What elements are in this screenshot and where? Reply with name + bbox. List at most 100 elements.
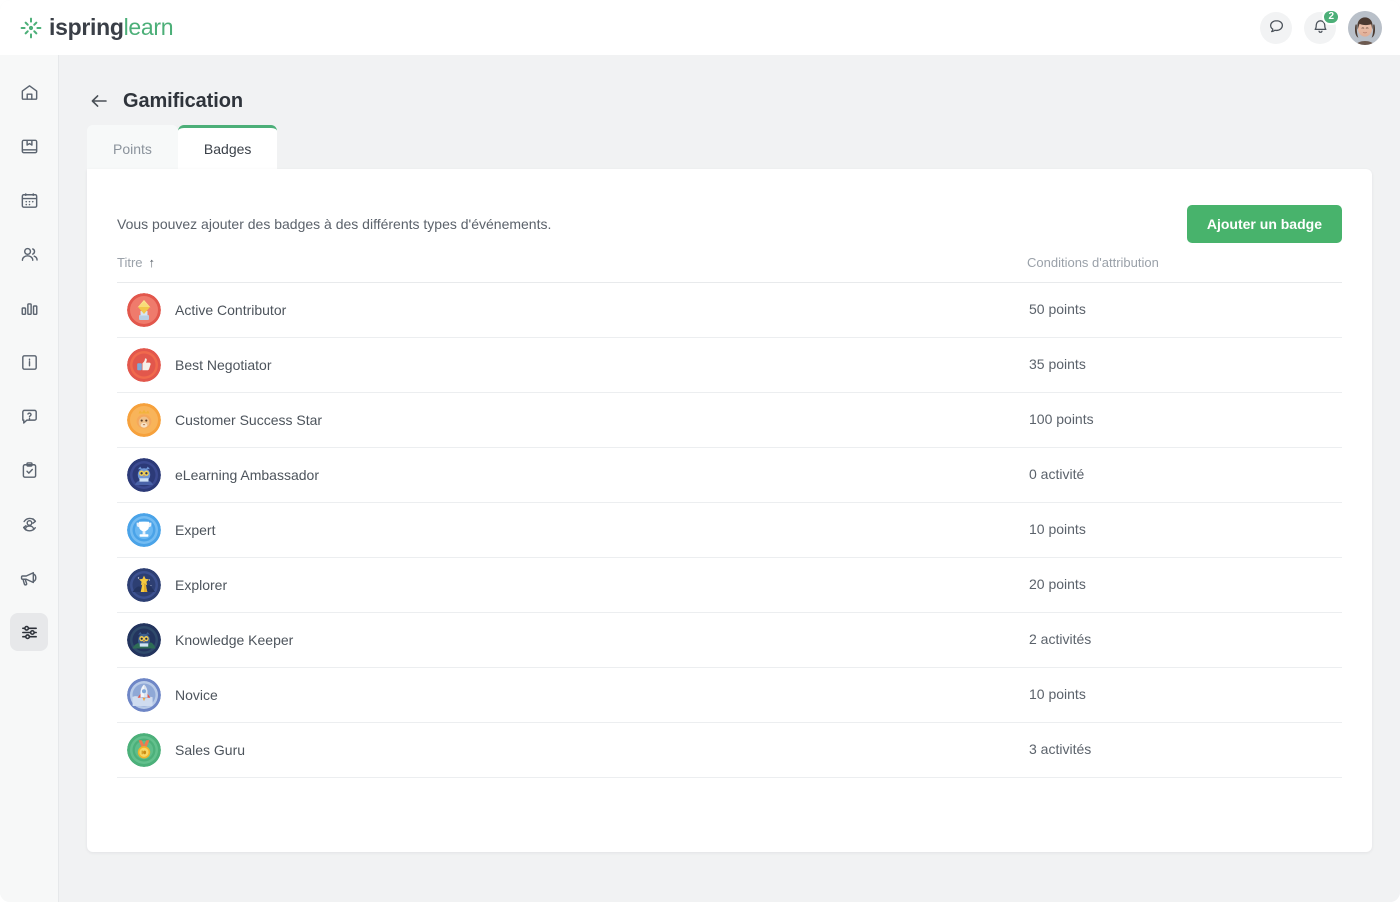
badge-condition-label: 0 activité [1029,466,1085,482]
table-row[interactable]: Knowledge Keeper 2 activités [117,612,1342,668]
badge-title-label: Customer Success Star [175,412,323,428]
sidebar [0,55,59,902]
arrow-left-icon[interactable] [87,89,111,113]
badge-title-label: Active Contributor [175,302,287,318]
badge-title-label: Best Negotiator [175,357,272,373]
ispring-sunburst-icon [20,17,42,39]
table-row[interactable]: Expert 10 points [117,502,1342,558]
add-badge-button[interactable]: Ajouter un badge [1186,205,1342,243]
badge-condition-label: 50 points [1029,301,1086,317]
table-row[interactable]: Best Negotiator 35 points [117,337,1342,393]
badge-condition-label: 100 points [1029,411,1094,427]
clipboard-check-icon [19,460,40,481]
main-content: Gamification Points Badges Vous pouvez a… [59,55,1400,902]
badge-title-cell: Sales Guru [117,722,1027,778]
sidebar-item-reports[interactable] [10,289,48,327]
badges-table: Titre↑ Conditions d'attribution Active [117,249,1342,778]
badge-condition-label: 10 points [1029,686,1086,702]
sidebar-item-settings[interactable] [10,613,48,651]
badge-condition-cell: 10 points [1027,502,1342,558]
badge-title-label: Expert [175,522,216,538]
badge-condition-label: 35 points [1029,356,1086,372]
table-row[interactable]: Explorer 20 points [117,557,1342,613]
notification-badge: 2 [1322,8,1340,25]
table-row[interactable]: Customer Success Star 100 points [117,392,1342,448]
table-row[interactable]: Novice 10 points [117,667,1342,723]
badge-condition-label: 2 activités [1029,631,1092,647]
badge-condition-cell: 0 activité [1027,447,1342,503]
chat-bubble-icon [1268,18,1285,38]
brand-logo[interactable]: ispringlearn [20,14,174,41]
calendar-icon [19,190,40,211]
badge-condition-cell: 100 points [1027,392,1342,448]
column-header-title-label: Titre [117,255,143,270]
badge-title-cell: Novice [117,667,1027,723]
sidebar-item-users[interactable] [10,235,48,273]
badge-title-label: Novice [175,687,218,703]
brand-name-secondary: learn [123,14,174,40]
badge-title-label: Knowledge Keeper [175,632,294,648]
badge-rocket-icon [127,678,161,712]
badge-trophy-icon [127,513,161,547]
badge-gem-icon [127,293,161,327]
badge-condition-label: 3 activités [1029,741,1092,757]
top-bar: ispringlearn 2 [0,0,1400,55]
badge-thumbsup-icon [127,348,161,382]
badge-condition-cell: 35 points [1027,337,1342,393]
home-icon [19,82,40,103]
notifications-button[interactable]: 2 [1304,8,1340,44]
chat-button[interactable] [1260,11,1292,44]
badge-title-cell: eLearning Ambassador [117,447,1027,503]
badges-card: Vous pouvez ajouter des badges à des dif… [87,169,1372,852]
badge-condition-cell: 2 activités [1027,612,1342,668]
table-body: Active Contributor 50 points Best Negotia… [117,282,1342,778]
megaphone-icon [19,568,40,589]
badge-condition-cell: 50 points [1027,282,1342,338]
table-header-row: Titre ↑ Conditions d'attribution [117,249,1342,283]
book-icon [19,136,40,157]
badge-title-label: eLearning Ambassador [175,467,319,483]
sidebar-item-onboarding[interactable] [10,505,48,543]
app-window: ispringlearn 2 Gamification Points Badge… [0,0,1400,902]
badge-condition-cell: 3 activités [1027,722,1342,778]
sidebar-item-courses[interactable] [10,127,48,165]
sort-asc-icon: ↑ [148,255,156,270]
table-row[interactable]: Active Contributor 50 points [117,282,1342,338]
bar-chart-icon [19,298,40,319]
sidebar-item-announcements[interactable] [10,559,48,597]
badge-star-icon [127,568,161,602]
column-header-title[interactable]: Titre ↑ [117,249,1027,283]
sidebar-item-tasks[interactable] [10,451,48,489]
badge-medal-icon [127,733,161,767]
badge-title-cell: Best Negotiator [117,337,1027,393]
tab-points[interactable]: Points [87,125,178,169]
question-chat-icon [19,406,40,427]
tab-bar: Points Badges [87,125,1400,169]
badge-title-cell: Knowledge Keeper [117,612,1027,668]
page-title: Gamification [123,89,243,112]
badge-title-cell: Expert [117,502,1027,558]
brand-name-primary: ispring [49,14,124,40]
badge-owl2-icon [127,623,161,657]
sidebar-item-calendar[interactable] [10,181,48,219]
sidebar-item-news[interactable] [10,343,48,381]
column-header-condition: Conditions d'attribution [1027,249,1342,283]
badge-condition-cell: 20 points [1027,557,1342,613]
badge-condition-cell: 10 points [1027,667,1342,723]
badge-condition-label: 20 points [1029,576,1086,592]
badge-title-cell: Active Contributor [117,282,1027,338]
badge-title-cell: Explorer [117,557,1027,613]
card-intro-row: Vous pouvez ajouter des badges à des dif… [117,169,1342,249]
sliders-icon [19,622,40,643]
badge-title-label: Sales Guru [175,742,246,758]
table-row[interactable]: Sales Guru 3 activités [117,722,1342,778]
table-row[interactable]: eLearning Ambassador 0 activité [117,447,1342,503]
top-bar-actions: 2 [1260,8,1382,45]
sidebar-item-help[interactable] [10,397,48,435]
badge-lion-icon [127,403,161,437]
tab-badges[interactable]: Badges [177,125,278,169]
badge-owl-icon [127,458,161,492]
sidebar-item-home[interactable] [10,73,48,111]
page-header: Gamification [59,55,1400,117]
avatar[interactable] [1348,10,1382,45]
